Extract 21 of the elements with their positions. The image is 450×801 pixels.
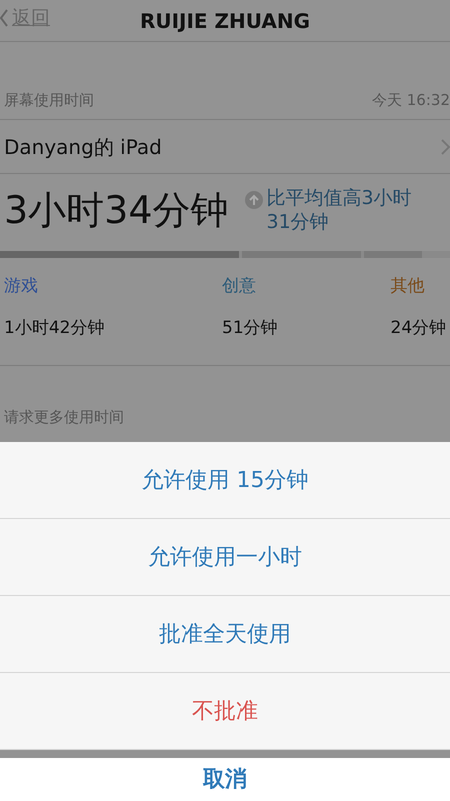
category-time: 51分钟 bbox=[222, 316, 279, 340]
category-time: 24分钟 bbox=[390, 316, 448, 340]
action-button[interactable]: 批准全天使用 bbox=[0, 596, 450, 673]
device-name: Danyang的 iPad bbox=[4, 134, 162, 160]
category-time: 1小时42分钟 bbox=[4, 316, 106, 340]
chevron-icon bbox=[441, 138, 450, 154]
update-time: 今天 16:32 bbox=[372, 90, 450, 110]
device-row[interactable]: Danyang的 iPad bbox=[0, 120, 450, 174]
category-label: 游戏 bbox=[4, 275, 38, 298]
nav-title: RUIJIE ZHUANG bbox=[140, 8, 310, 34]
section-header: 请求更多使用时间 bbox=[4, 408, 124, 426]
action-button[interactable]: 不批准 bbox=[0, 673, 450, 750]
back-icon bbox=[0, 9, 8, 28]
cancel-button[interactable]: 取消 bbox=[0, 758, 450, 801]
comparison-text: 比平均值高3小时31分钟 bbox=[266, 186, 413, 234]
action-button[interactable]: 允许使用一小时 bbox=[0, 519, 450, 596]
category-label: 其他 bbox=[390, 275, 425, 298]
total-time: 3小时34分钟 bbox=[4, 187, 229, 234]
section-header: 屏幕使用时间 bbox=[4, 90, 94, 110]
action-button[interactable]: 允许使用 15分钟 bbox=[0, 442, 450, 519]
category-label: 创意 bbox=[222, 275, 256, 298]
